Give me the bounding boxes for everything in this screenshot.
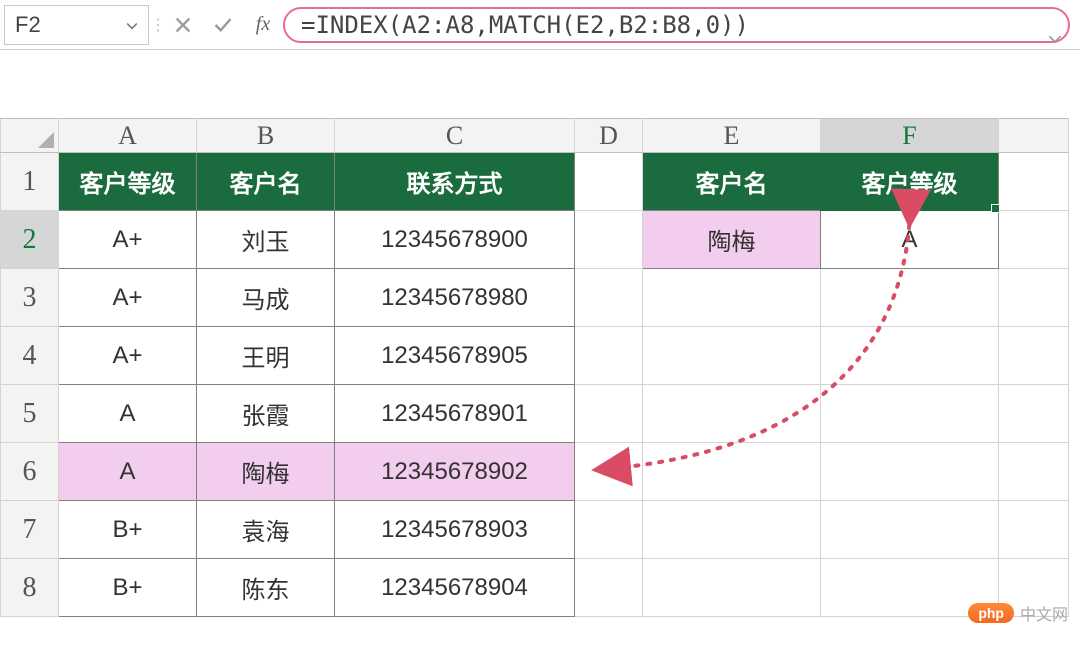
- col-header-C[interactable]: C: [335, 119, 575, 153]
- row-header-3[interactable]: 3: [1, 269, 59, 327]
- cell-D4[interactable]: [575, 327, 643, 385]
- formula-text: =INDEX(A2:A8,MATCH(E2,B2:B8,0)): [301, 11, 749, 39]
- cell-D6[interactable]: [575, 443, 643, 501]
- cell-B1[interactable]: 客户名: [197, 153, 335, 211]
- col-header-A[interactable]: A: [59, 119, 197, 153]
- cell-B7[interactable]: 袁海: [197, 501, 335, 559]
- row-header-6[interactable]: 6: [1, 443, 59, 501]
- grid-table: A B C D E F 1 客户等级 客户名 联系方式 客户名 客户等级 2 A…: [0, 118, 1069, 617]
- col-header-E[interactable]: E: [643, 119, 821, 153]
- cell-A8[interactable]: B+: [59, 559, 197, 617]
- fx-icon: fx: [256, 13, 270, 36]
- cell-D8[interactable]: [575, 559, 643, 617]
- cell-F2[interactable]: A: [821, 211, 999, 269]
- cell-F3[interactable]: [821, 269, 999, 327]
- row-header-5[interactable]: 5: [1, 385, 59, 443]
- expand-formula-bar-icon[interactable]: [1048, 33, 1062, 47]
- cell-F7[interactable]: [821, 501, 999, 559]
- cell-A4[interactable]: A+: [59, 327, 197, 385]
- name-box-value: F2: [15, 12, 41, 38]
- cell-G3[interactable]: [999, 269, 1069, 327]
- worksheet[interactable]: A B C D E F 1 客户等级 客户名 联系方式 客户名 客户等级 2 A…: [0, 118, 1080, 617]
- cell-B3[interactable]: 马成: [197, 269, 335, 327]
- cell-A5[interactable]: A: [59, 385, 197, 443]
- cell-C3[interactable]: 12345678980: [335, 269, 575, 327]
- cell-G7[interactable]: [999, 501, 1069, 559]
- select-all-corner[interactable]: [1, 119, 59, 153]
- cell-G5[interactable]: [999, 385, 1069, 443]
- cell-G4[interactable]: [999, 327, 1069, 385]
- cell-C5[interactable]: 12345678901: [335, 385, 575, 443]
- cell-E7[interactable]: [643, 501, 821, 559]
- cell-E8[interactable]: [643, 559, 821, 617]
- row-2: 2 A+ 刘玉 12345678900 陶梅 A: [1, 211, 1069, 269]
- cell-D1[interactable]: [575, 153, 643, 211]
- name-box[interactable]: F2: [4, 5, 149, 45]
- cell-F5[interactable]: [821, 385, 999, 443]
- cell-A6[interactable]: A: [59, 443, 197, 501]
- cell-B4[interactable]: 王明: [197, 327, 335, 385]
- drag-handle-icon[interactable]: ⋮: [153, 15, 163, 35]
- cell-A3[interactable]: A+: [59, 269, 197, 327]
- formula-input[interactable]: =INDEX(A2:A8,MATCH(E2,B2:B8,0)): [283, 7, 1070, 43]
- cell-C2[interactable]: 12345678900: [335, 211, 575, 269]
- row-7: 7 B+ 袁海 12345678903: [1, 501, 1069, 559]
- cell-B6[interactable]: 陶梅: [197, 443, 335, 501]
- cell-E1[interactable]: 客户名: [643, 153, 821, 211]
- cell-E5[interactable]: [643, 385, 821, 443]
- cell-G6[interactable]: [999, 443, 1069, 501]
- cell-A2[interactable]: A+: [59, 211, 197, 269]
- chevron-down-icon[interactable]: [126, 12, 138, 38]
- cell-D5[interactable]: [575, 385, 643, 443]
- col-header-F[interactable]: F: [821, 119, 999, 153]
- col-header-B[interactable]: B: [197, 119, 335, 153]
- cell-D7[interactable]: [575, 501, 643, 559]
- cell-C7[interactable]: 12345678903: [335, 501, 575, 559]
- row-header-7[interactable]: 7: [1, 501, 59, 559]
- cell-E4[interactable]: [643, 327, 821, 385]
- formula-bar: F2 ⋮ fx =INDEX(A2:A8,MATCH(E2,B2:B8,0)): [0, 0, 1080, 50]
- col-header-D[interactable]: D: [575, 119, 643, 153]
- cell-B2[interactable]: 刘玉: [197, 211, 335, 269]
- col-header-blank[interactable]: [999, 119, 1069, 153]
- row-1: 1 客户等级 客户名 联系方式 客户名 客户等级: [1, 153, 1069, 211]
- cell-A7[interactable]: B+: [59, 501, 197, 559]
- cell-E6[interactable]: [643, 443, 821, 501]
- row-header-4[interactable]: 4: [1, 327, 59, 385]
- cell-C6[interactable]: 12345678902: [335, 443, 575, 501]
- watermark-text: 中文网: [1020, 601, 1068, 625]
- row-header-2[interactable]: 2: [1, 211, 59, 269]
- row-5: 5 A 张霞 12345678901: [1, 385, 1069, 443]
- row-3: 3 A+ 马成 12345678980: [1, 269, 1069, 327]
- php-badge-icon: php: [968, 603, 1014, 623]
- row-8: 8 B+ 陈东 12345678904: [1, 559, 1069, 617]
- cell-G1[interactable]: [999, 153, 1069, 211]
- cell-D2[interactable]: [575, 211, 643, 269]
- row-6: 6 A 陶梅 12345678902: [1, 443, 1069, 501]
- cell-F4[interactable]: [821, 327, 999, 385]
- row-header-1[interactable]: 1: [1, 153, 59, 211]
- row-4: 4 A+ 王明 12345678905: [1, 327, 1069, 385]
- cell-D3[interactable]: [575, 269, 643, 327]
- cell-E2[interactable]: 陶梅: [643, 211, 821, 269]
- cancel-formula-button[interactable]: [163, 5, 203, 45]
- watermark: php 中文网: [968, 601, 1068, 625]
- cell-C8[interactable]: 12345678904: [335, 559, 575, 617]
- row-header-8[interactable]: 8: [1, 559, 59, 617]
- cell-F1[interactable]: 客户等级: [821, 153, 999, 211]
- cell-E3[interactable]: [643, 269, 821, 327]
- cell-C1[interactable]: 联系方式: [335, 153, 575, 211]
- cell-G2[interactable]: [999, 211, 1069, 269]
- cell-B8[interactable]: 陈东: [197, 559, 335, 617]
- cell-C4[interactable]: 12345678905: [335, 327, 575, 385]
- column-header-row: A B C D E F: [1, 119, 1069, 153]
- insert-function-button[interactable]: fx: [243, 5, 283, 45]
- accept-formula-button[interactable]: [203, 5, 243, 45]
- cell-F6[interactable]: [821, 443, 999, 501]
- cell-B5[interactable]: 张霞: [197, 385, 335, 443]
- cell-A1[interactable]: 客户等级: [59, 153, 197, 211]
